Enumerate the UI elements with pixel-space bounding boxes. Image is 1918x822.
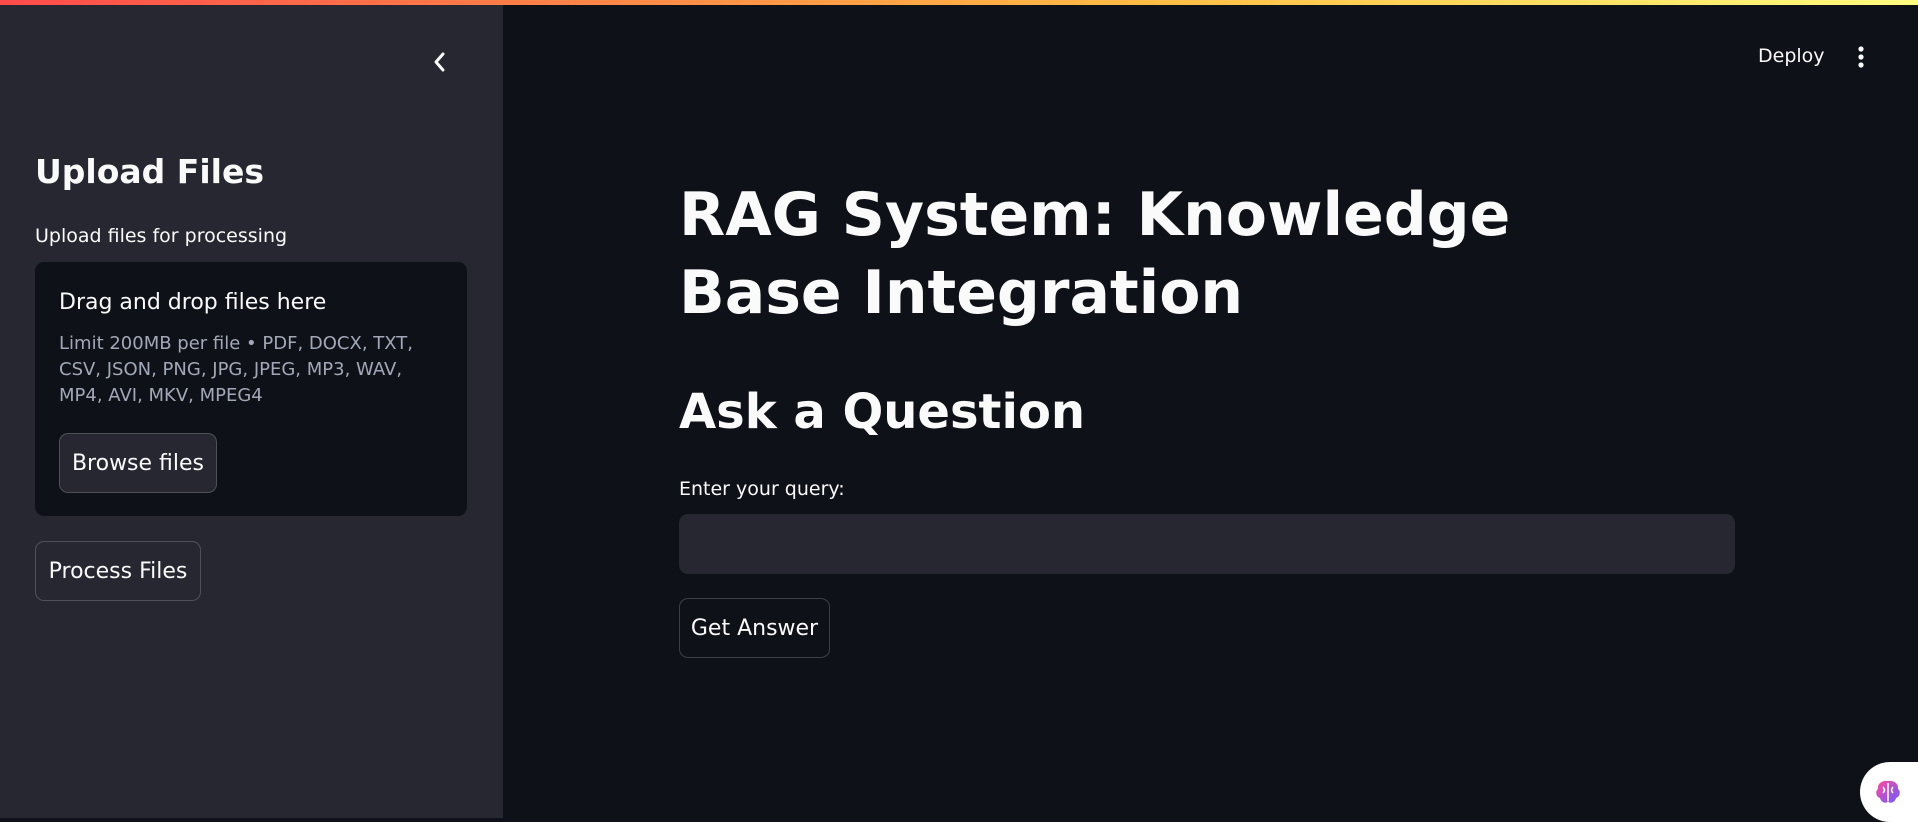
sidebar-title: Upload Files bbox=[35, 152, 264, 191]
page-title: RAG System: Knowledge Base Integration bbox=[679, 180, 1511, 328]
query-label: Enter your query: bbox=[679, 478, 845, 500]
dropzone-limit-text: Limit 200MB per file • PDF, DOCX, TXT, C… bbox=[59, 333, 414, 406]
query-input[interactable] bbox=[679, 514, 1735, 574]
file-dropzone[interactable]: Drag and drop files here Limit 200MB per… bbox=[35, 262, 467, 516]
header-decoration bbox=[0, 0, 1918, 5]
assistant-badge[interactable] bbox=[1860, 762, 1918, 822]
uploader-label: Upload files for processing bbox=[35, 225, 288, 247]
chevron-left-icon bbox=[434, 52, 445, 72]
brain-icon bbox=[1876, 780, 1900, 803]
more-vertical-icon bbox=[1858, 46, 1864, 68]
browse-files-button[interactable]: Browse files bbox=[59, 433, 217, 493]
deploy-button[interactable]: Deploy bbox=[1758, 45, 1825, 67]
sidebar: Upload Files Upload files for processing… bbox=[0, 0, 503, 818]
dropzone-instructions: Drag and drop files here bbox=[59, 290, 327, 315]
process-files-button[interactable]: Process Files bbox=[35, 541, 201, 601]
get-answer-button[interactable]: Get Answer bbox=[679, 598, 830, 658]
section-title: Ask a Question bbox=[679, 384, 1086, 440]
collapse-sidebar-button[interactable] bbox=[426, 48, 454, 76]
main-menu-button[interactable] bbox=[1850, 44, 1872, 70]
